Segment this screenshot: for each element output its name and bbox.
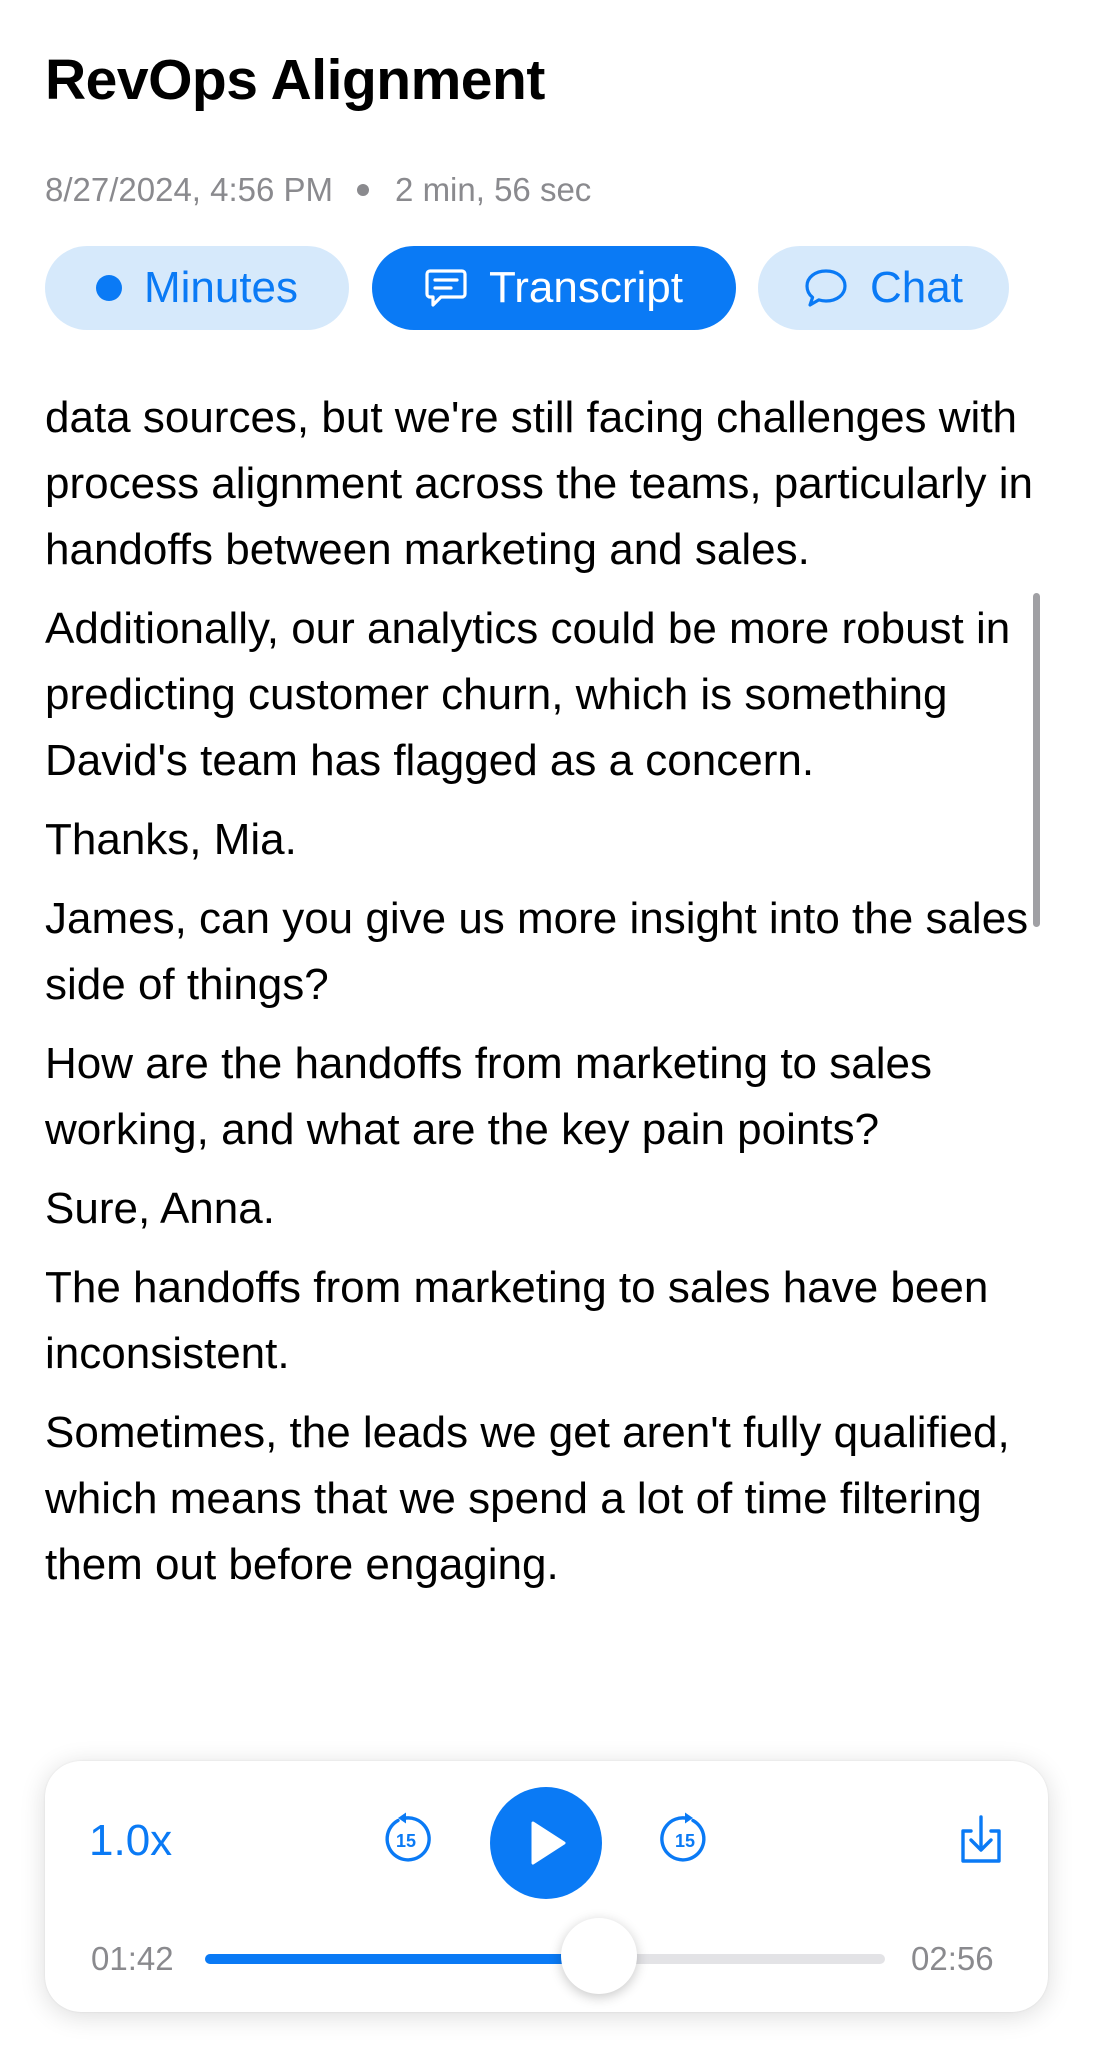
recording-duration: 2 min, 56 sec	[395, 171, 592, 208]
recording-meta: 8/27/2024, 4:56 PM 2 min, 56 sec	[45, 170, 591, 210]
skip-forward-15-button[interactable]: 15	[657, 1811, 713, 1867]
forward-15-icon: 15	[660, 1812, 706, 1862]
transcript-line: Sure, Anna.	[45, 1184, 275, 1233]
scrollbar[interactable]	[1033, 593, 1040, 927]
svg-text:15: 15	[396, 1831, 416, 1851]
transcript-line: James, can you give us more insight into…	[45, 894, 1029, 1009]
tab-transcript-label: Transcript	[489, 263, 683, 312]
tab-chat-label: Chat	[870, 263, 963, 312]
play-button[interactable]	[490, 1787, 602, 1899]
skip-back-15-button[interactable]: 15	[378, 1811, 434, 1867]
total-time: 02:56	[911, 1940, 994, 1977]
transcript-line: Thanks, Mia.	[45, 815, 297, 864]
progress-fill	[205, 1954, 599, 1964]
separator-dot	[357, 184, 370, 196]
transcript-line: Additionally, our analytics could be mor…	[45, 604, 1011, 785]
progress-track[interactable]	[205, 1954, 885, 1964]
chat-bubble-icon	[804, 267, 848, 309]
play-icon	[531, 1821, 566, 1865]
svg-text:15: 15	[675, 1831, 695, 1851]
download-icon	[961, 1815, 1001, 1863]
transcript-body: data sources, but we're still facing cha…	[45, 385, 1055, 1611]
tab-minutes-label: Minutes	[143, 263, 299, 312]
page-title: RevOps Alignment	[45, 48, 545, 112]
rewind-15-icon: 15	[385, 1812, 431, 1862]
dot-icon	[95, 275, 122, 301]
transcript-line: How are the handoffs from marketing to s…	[45, 1039, 932, 1154]
tab-transcript[interactable]: Transcript	[372, 246, 736, 330]
elapsed-time: 01:42	[91, 1940, 174, 1977]
recording-date: 8/27/2024, 4:56 PM	[45, 171, 334, 208]
playback-speed-button[interactable]: 1.0x	[89, 1815, 172, 1867]
transcript-icon	[425, 268, 467, 308]
download-button[interactable]	[953, 1811, 1009, 1867]
audio-player: 1.0x 15 15 01:42 02:56	[45, 1761, 1048, 2012]
transcript-line: data sources, but we're still facing cha…	[45, 393, 1033, 574]
tab-minutes[interactable]: Minutes	[45, 246, 349, 330]
tab-chat[interactable]: Chat	[758, 246, 1009, 330]
transcript-line: The handoffs from marketing to sales hav…	[45, 1263, 989, 1378]
progress-thumb[interactable]	[561, 1918, 637, 1994]
transcript-line: Sometimes, the leads we get aren't fully…	[45, 1408, 1010, 1589]
